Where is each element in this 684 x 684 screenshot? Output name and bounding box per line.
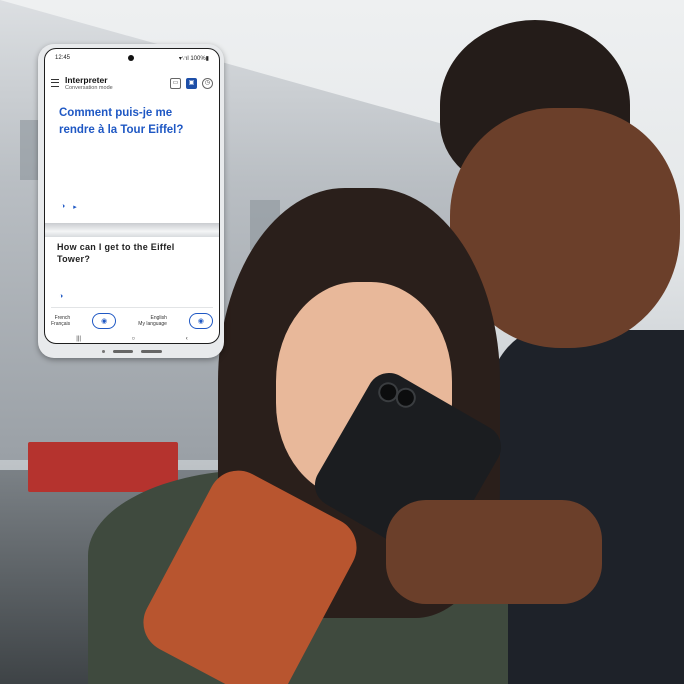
speaker-icon[interactable]: ◑ (61, 203, 65, 211)
mic-button-right[interactable]: ◉ (188, 313, 213, 329)
hand (386, 500, 602, 604)
speaker-grille (141, 349, 162, 353)
front-camera (128, 55, 134, 61)
history-icon[interactable]: ◷ (202, 77, 213, 89)
language-right-sub: My language (138, 321, 167, 327)
phone-bottom-edge (102, 348, 162, 354)
status-indicators: ▾∵ıl 100%▮ (178, 55, 209, 62)
source-text: Comment puis-je me rendre à la Tour Eiff… (59, 107, 184, 136)
mic-icon: ◉ (101, 318, 108, 325)
status-time: 12:45 (55, 55, 71, 61)
app-bar: Interpreter Conversation mode ▭ ▣ ◷ (51, 71, 213, 95)
mic-icon: ◉ (197, 318, 205, 325)
play-icon[interactable]: ▸ (73, 203, 77, 211)
conversation-icon[interactable]: ▣ (186, 77, 197, 89)
flip-phone: 12:45 ▾∵ıl 100%▮ Interpreter Conversatio… (38, 44, 224, 358)
back-icon[interactable]: ‹ (186, 336, 188, 342)
recents-icon[interactable]: ||| (76, 336, 81, 342)
speaker-icon[interactable]: ◑ (59, 293, 63, 300)
app-title: Interpreter (65, 74, 108, 85)
app-titles: Interpreter Conversation mode (65, 75, 165, 92)
menu-icon[interactable] (51, 79, 59, 87)
hinge (45, 223, 219, 237)
language-left[interactable]: French Français (51, 315, 70, 327)
split-screen-icon[interactable]: ▭ (170, 77, 181, 89)
usb-port (112, 349, 134, 353)
language-left-sub: Français (51, 321, 71, 327)
target-text: How can I get to the Eiffel Tower? (57, 242, 175, 264)
red-awning (28, 442, 178, 492)
mic-hole (102, 349, 105, 353)
phone-screen: 12:45 ▾∵ıl 100%▮ Interpreter Conversatio… (44, 48, 220, 344)
language-right[interactable]: English My language (138, 315, 167, 327)
mic-button-left[interactable]: ◉ (92, 313, 117, 329)
language-row: French Français ◉ English My language ◉ (51, 307, 213, 334)
app-subtitle: Conversation mode (65, 84, 113, 91)
nav-bar: ||| ○ ‹ (51, 335, 213, 343)
home-icon[interactable]: ○ (132, 336, 136, 342)
source-controls: ◑ ▸ (61, 203, 77, 211)
